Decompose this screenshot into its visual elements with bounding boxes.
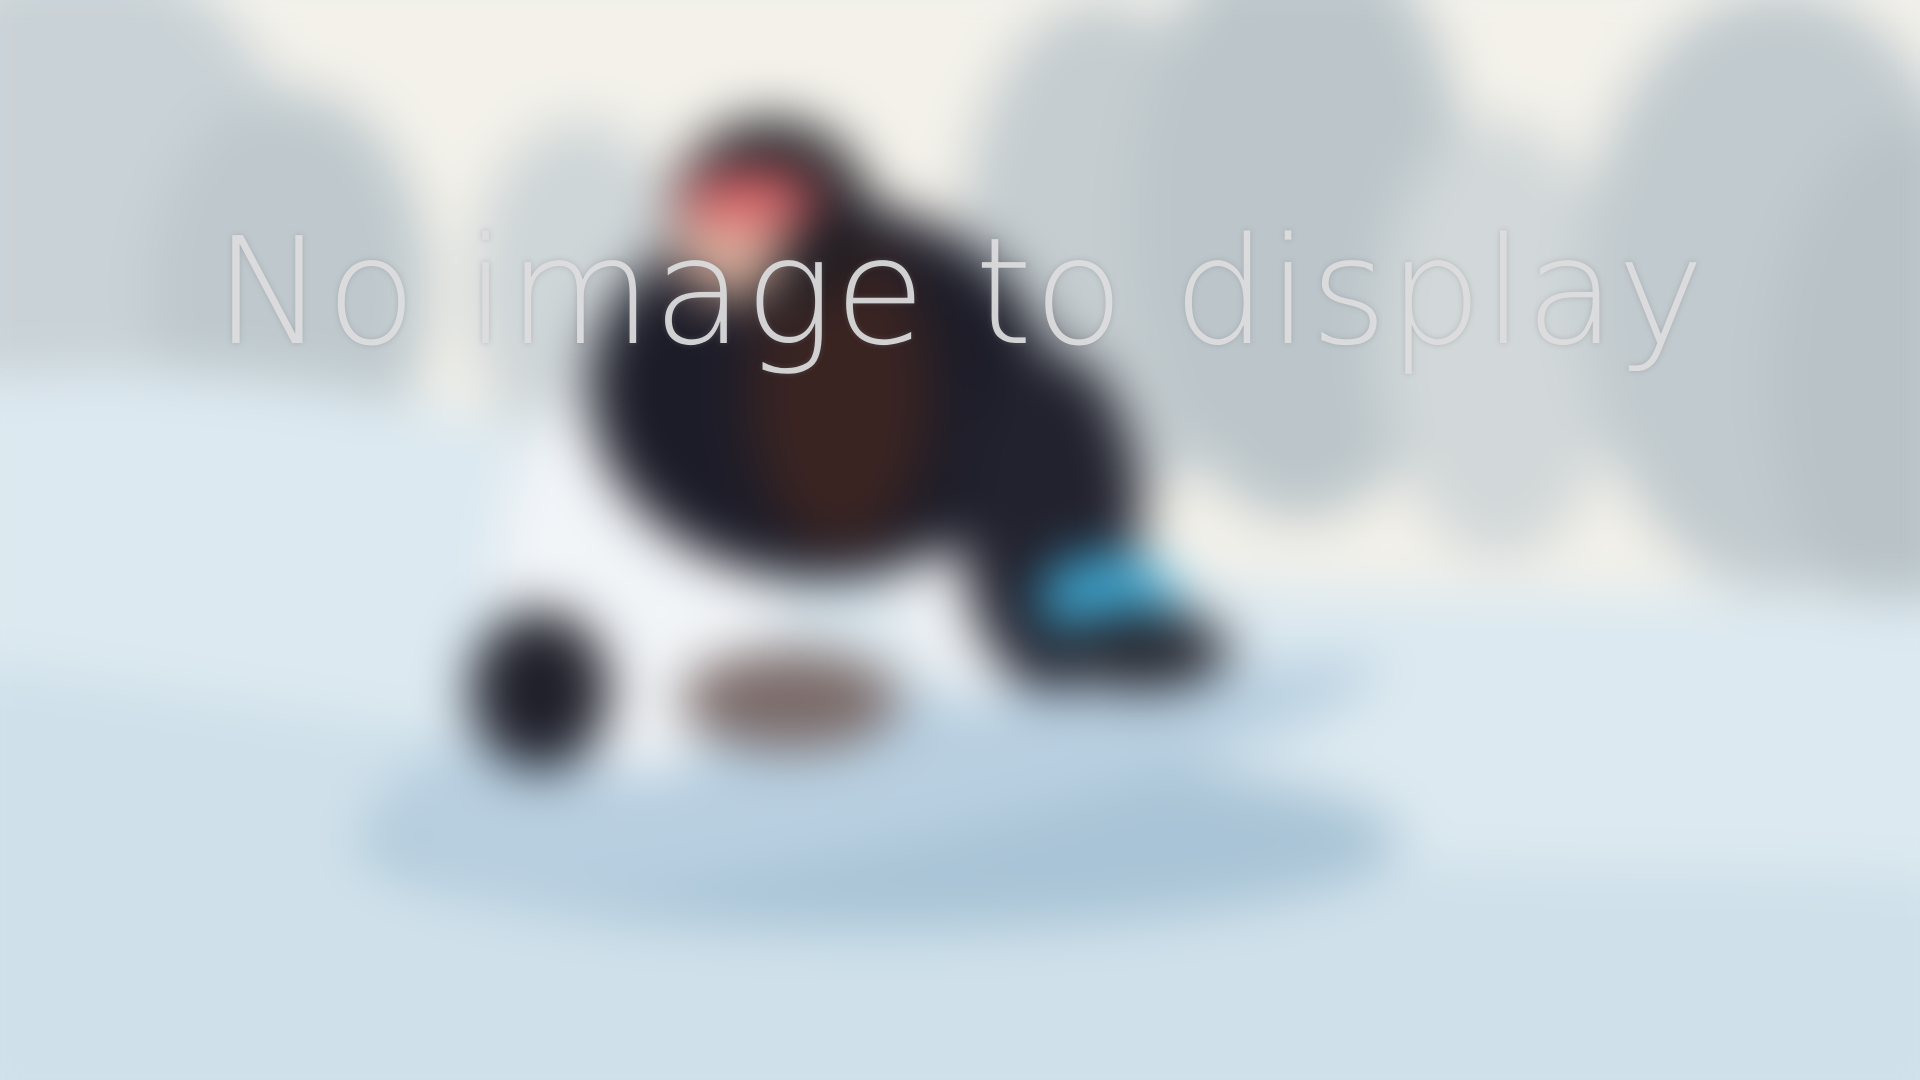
no-image-message: No image to display <box>214 206 1706 378</box>
blurred-background-image <box>0 0 1920 1080</box>
placeholder-view: No image to display <box>0 0 1920 1080</box>
